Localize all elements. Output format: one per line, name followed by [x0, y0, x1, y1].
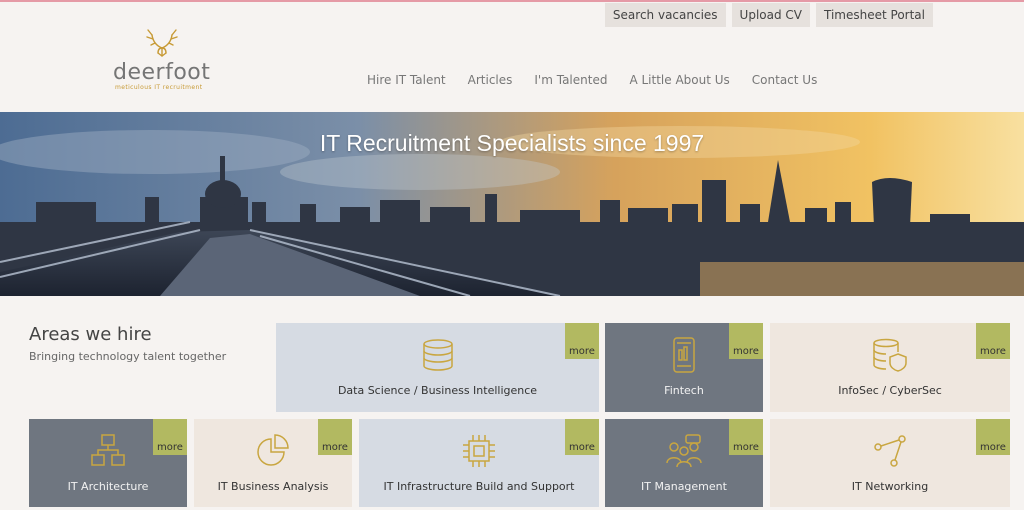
more-button[interactable]: more	[729, 323, 763, 359]
search-vacancies-button[interactable]: Search vacancies	[604, 3, 726, 27]
area-tile-label: IT Business Analysis	[217, 480, 329, 493]
area-tile-data-science[interactable]: Data Science / Business Intelligence mor…	[276, 323, 599, 412]
hero-banner: IT Recruitment Specialists since 1997	[0, 112, 1024, 296]
area-tile-label: InfoSec / CyberSec	[838, 384, 942, 397]
area-tile-label: Fintech	[664, 384, 704, 397]
more-button[interactable]: more	[153, 419, 187, 455]
area-tile-label: IT Networking	[851, 480, 929, 493]
main-nav: Hire IT Talent Articles I'm Talented A L…	[367, 73, 817, 87]
area-tile-fintech[interactable]: Fintech more	[605, 323, 763, 412]
areas-heading: Areas we hire	[29, 324, 152, 345]
cpu-chip-icon	[463, 435, 495, 467]
area-tile-label: IT Management	[641, 480, 727, 493]
database-icon	[422, 339, 453, 371]
area-tile-label: IT Architecture	[67, 480, 149, 493]
database-shield-icon	[873, 338, 907, 372]
site-logo[interactable]: deerfoot meticulous IT recruitment	[113, 26, 211, 96]
brand-tagline: meticulous IT recruitment	[115, 84, 203, 91]
upload-cv-button[interactable]: Upload CV	[731, 3, 810, 27]
nav-about-us[interactable]: A Little About Us	[629, 73, 729, 87]
network-architecture-icon	[91, 434, 125, 466]
area-tile-label: Data Science / Business Intelligence	[337, 384, 538, 397]
more-button[interactable]: more	[976, 323, 1010, 359]
nav-articles[interactable]: Articles	[468, 73, 513, 87]
site-header: Search vacancies Upload CV Timesheet Por…	[0, 2, 1024, 112]
hero-title: IT Recruitment Specialists since 1997	[319, 130, 705, 156]
more-button[interactable]: more	[565, 323, 599, 359]
network-nodes-icon	[874, 435, 906, 467]
more-button[interactable]: more	[318, 419, 352, 455]
nav-im-talented[interactable]: I'm Talented	[534, 73, 607, 87]
more-button[interactable]: more	[729, 419, 763, 455]
nav-hire-it-talent[interactable]: Hire IT Talent	[367, 73, 446, 87]
area-tile-it-architecture[interactable]: IT Architecture more	[29, 419, 187, 507]
utility-links: Search vacancies Upload CV Timesheet Por…	[604, 3, 933, 27]
nav-contact-us[interactable]: Contact Us	[752, 73, 818, 87]
mobile-phone-icon	[673, 337, 695, 373]
team-meeting-icon	[666, 434, 702, 468]
more-button[interactable]: more	[976, 419, 1010, 455]
more-button[interactable]: more	[565, 419, 599, 455]
areas-subheading: Bringing technology talent together	[29, 350, 227, 363]
timesheet-portal-button[interactable]: Timesheet Portal	[816, 3, 933, 27]
deer-antlers-icon	[146, 29, 178, 57]
area-tile-it-infrastructure[interactable]: IT Infrastructure Build and Support more	[359, 419, 599, 507]
area-tile-infosec[interactable]: InfoSec / CyberSec more	[770, 323, 1010, 412]
area-tile-label: IT Infrastructure Build and Support	[383, 480, 575, 493]
area-tile-it-networking[interactable]: IT Networking more	[770, 419, 1010, 507]
pie-chart-icon	[257, 434, 289, 466]
area-tile-it-business-analysis[interactable]: IT Business Analysis more	[194, 419, 352, 507]
area-tile-it-management[interactable]: IT Management more	[605, 419, 763, 507]
brand-name: deerfoot	[113, 60, 211, 85]
